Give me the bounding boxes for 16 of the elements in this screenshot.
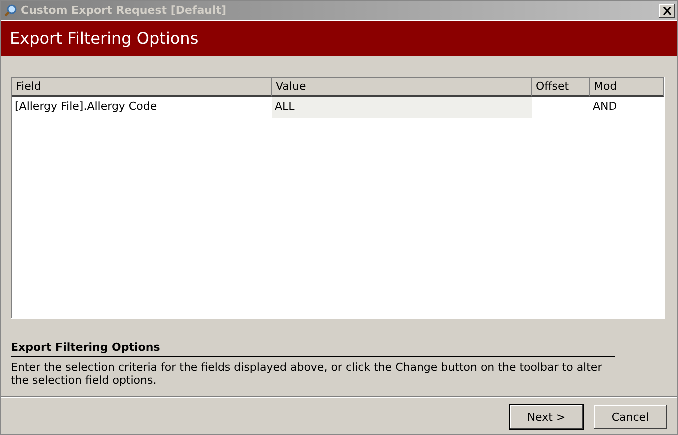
magnifier-icon (4, 4, 18, 18)
table-cell: ALL (272, 97, 532, 118)
column-header[interactable]: Offset (532, 78, 590, 97)
column-header[interactable]: Value (272, 78, 532, 97)
cancel-button[interactable]: Cancel (594, 405, 667, 429)
column-header[interactable]: Field (12, 78, 272, 97)
next-button[interactable]: Next > (510, 405, 583, 429)
info-title: Export Filtering Options (11, 341, 615, 357)
table-cell-text: [Allergy File].Allergy Code (14, 99, 158, 115)
header-title: Export Filtering Options (10, 29, 199, 48)
column-header[interactable]: Mod (590, 78, 664, 97)
window-title: Custom Export Request [Default] (21, 4, 228, 17)
close-button[interactable] (659, 4, 675, 18)
close-icon (662, 6, 672, 14)
table-cell-text: AND (592, 99, 618, 115)
info-text: Enter the selection criteria for the fields displayed above, or click the Change button on the toolbar to alter the selection field options. (11, 360, 604, 387)
